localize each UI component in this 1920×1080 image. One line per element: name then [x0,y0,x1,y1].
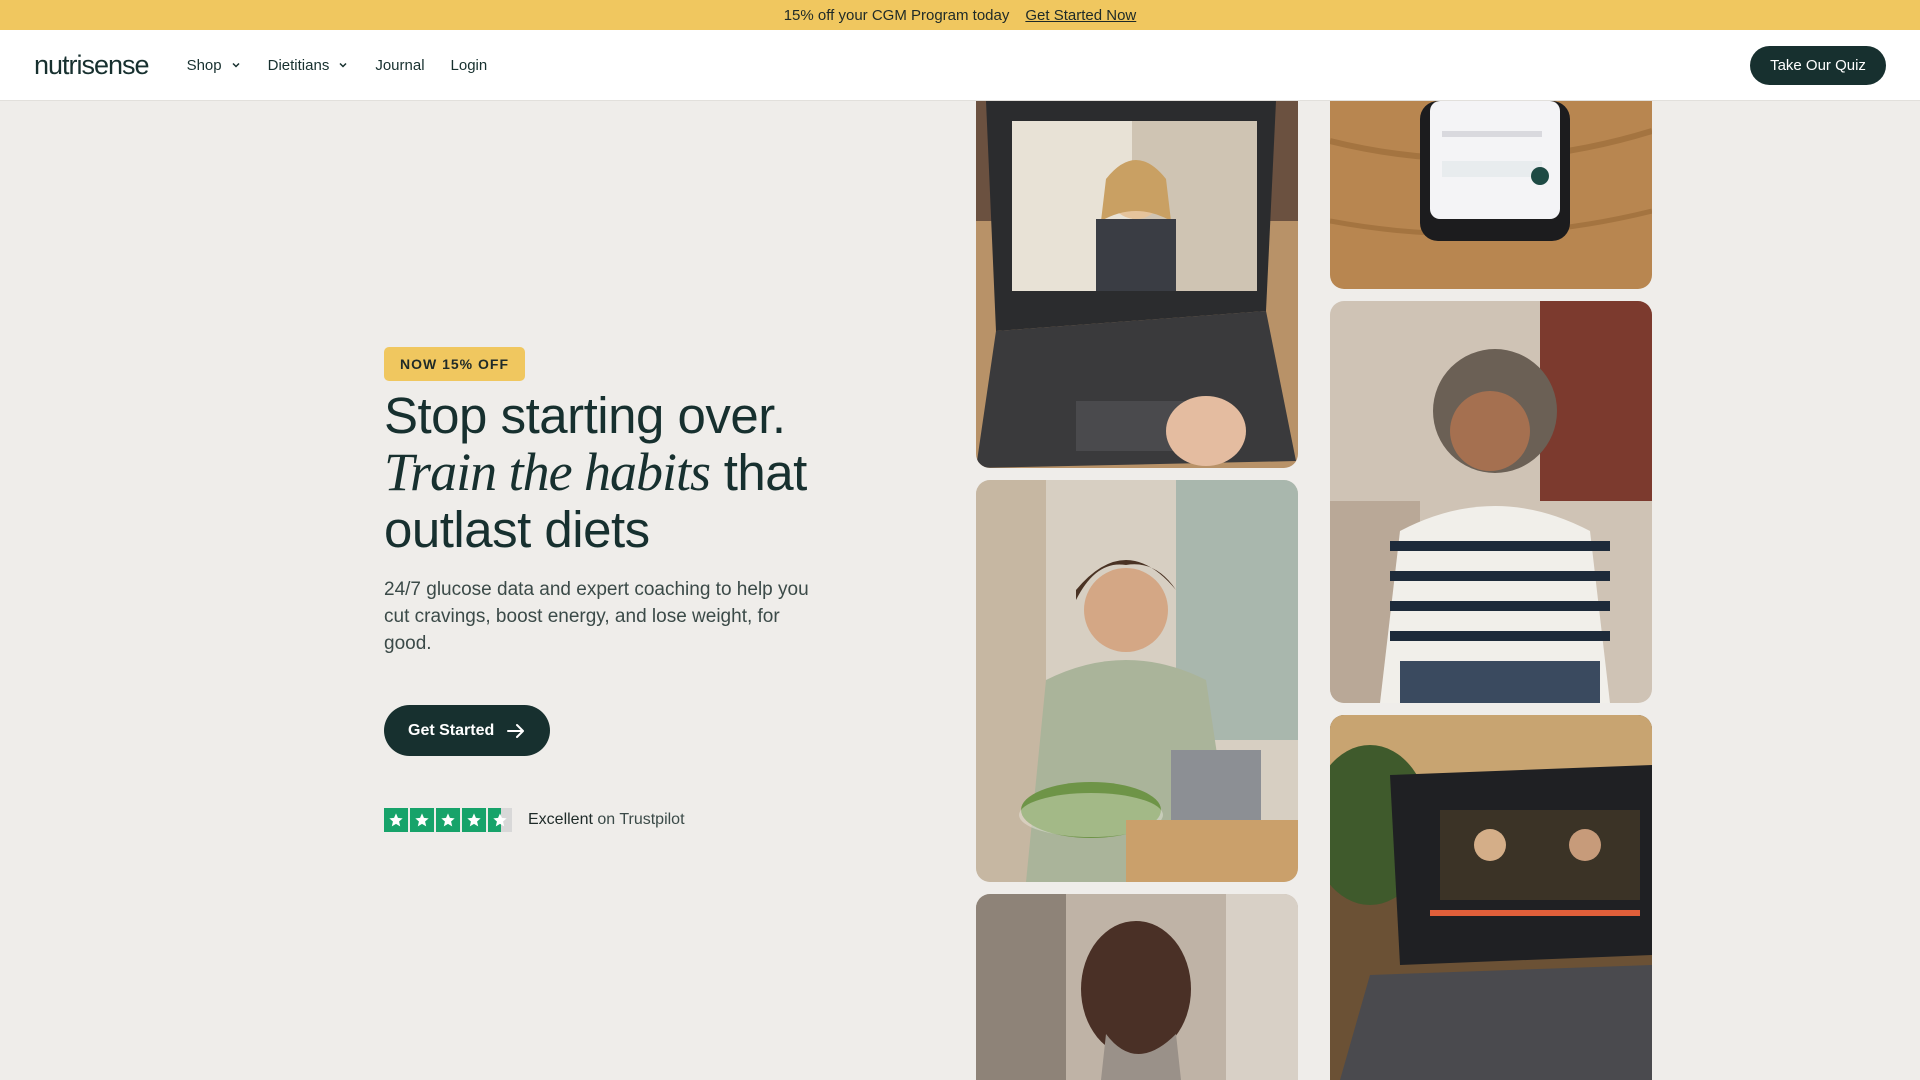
photo-man-reading [976,894,1298,1080]
chevron-down-icon [339,62,347,68]
photo-woman-eating-salad [976,480,1298,882]
promo-text: 15% off your CGM Program today [783,6,1010,24]
headline-line-1: Stop starting over. [384,387,786,444]
nav-item-shop[interactable]: Shop [187,57,242,74]
take-quiz-button[interactable]: Take Our Quiz [1750,45,1886,85]
nav-item-dietitians[interactable]: Dietitians [268,57,350,74]
hero-section: NOW 15% OFF Stop starting over. Train th… [384,347,884,832]
photo-video-call-laptop [976,101,1298,468]
get-started-label: Get Started [408,721,495,739]
star-icon [436,808,460,832]
nav-label-dietitians: Dietitians [267,56,330,74]
star-icon [410,808,434,832]
nav-label-shop: Shop [186,56,222,74]
trustpilot-text: Excellent on Trustpilot [528,811,685,828]
star-icon [384,808,408,832]
main-nav: Shop Dietitians Journal Login [187,57,488,74]
photo-laptop-video-call [1330,715,1652,1080]
arrow-right-icon [507,723,525,738]
hero-headline: Stop starting over. Train the habits tha… [384,387,884,558]
nav-label-journal: Journal [375,56,425,74]
headline-rest: that [710,444,808,501]
promo-link[interactable]: Get Started Now [1025,7,1136,24]
nav-item-login[interactable]: Login [451,57,488,74]
nav-label-login: Login [450,56,488,74]
get-started-button[interactable]: Get Started [384,705,551,756]
discount-badge: NOW 15% OFF [384,347,526,381]
hero-subtext: 24/7 glucose data and expert coaching to… [384,579,809,654]
headline-italic: Train the habits [384,442,711,502]
logo[interactable]: nutrisense [34,50,150,81]
promo-bar: 15% off your CGM Program today Get Start… [0,0,1920,30]
trustpilot-rating[interactable]: Excellent on Trustpilot [384,808,884,832]
trustpilot-stars [384,808,512,832]
chevron-down-icon [232,62,240,68]
headline-line-3: outlast diets [384,501,650,558]
star-icon [462,808,486,832]
photo-phone-app [1330,101,1652,289]
half-star-icon [488,808,512,832]
nav-item-journal[interactable]: Journal [375,57,424,74]
site-header: nutrisense Shop Dietitians Journal Login… [0,30,1920,101]
photo-woman-cooking [1330,301,1652,703]
